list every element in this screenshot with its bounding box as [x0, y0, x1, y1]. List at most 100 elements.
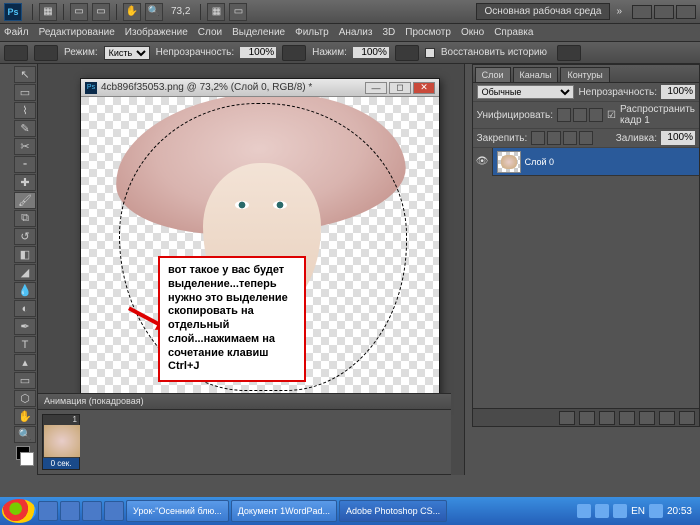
brush-tool[interactable]: 🖌	[14, 192, 36, 209]
clock[interactable]: 20:53	[667, 506, 692, 517]
layer-row[interactable]: 👁 Слой 0	[473, 148, 699, 176]
shape-tool[interactable]: ▭	[14, 372, 36, 389]
animation-panel-title[interactable]: Анимация (покадровая)	[38, 394, 451, 410]
path-select-tool[interactable]: ▴	[14, 354, 36, 371]
unify-pos-icon[interactable]	[557, 108, 571, 122]
unify-vis-icon[interactable]	[573, 108, 587, 122]
lock-pixels-icon[interactable]	[547, 131, 561, 145]
menu-help[interactable]: Справка	[494, 27, 533, 38]
flow-value[interactable]: 100%	[353, 47, 389, 58]
language-indicator[interactable]: EN	[631, 506, 645, 517]
close-button[interactable]	[676, 5, 696, 19]
menu-file[interactable]: Файл	[4, 27, 29, 38]
history-brush-tool[interactable]: ↺	[14, 228, 36, 245]
tab-layers[interactable]: Слои	[475, 67, 511, 82]
layer-group-icon[interactable]	[639, 411, 655, 425]
tray-icon[interactable]	[613, 504, 627, 518]
quicklaunch-icon[interactable]	[82, 501, 102, 521]
view-extras2-icon[interactable]: ▭	[92, 3, 110, 21]
animation-frame[interactable]: 1 0 сек.	[42, 414, 80, 470]
layer-thumb[interactable]	[497, 151, 521, 173]
marquee-tool[interactable]: ▭	[14, 84, 36, 101]
arrange-icon[interactable]: ▦	[207, 3, 225, 21]
fill-value[interactable]: 100%	[661, 131, 695, 145]
quickselect-tool[interactable]: ✎	[14, 120, 36, 137]
doc-maximize-button[interactable]: ◻	[389, 82, 411, 94]
hand-icon[interactable]: ✋	[123, 3, 141, 21]
menu-image[interactable]: Изображение	[125, 27, 188, 38]
minimize-button[interactable]	[632, 5, 652, 19]
move-tool[interactable]: ↖	[14, 66, 36, 83]
tab-paths[interactable]: Контуры	[560, 67, 609, 82]
view-extras-icon[interactable]: ▭	[70, 3, 88, 21]
blur-tool[interactable]: 💧	[14, 282, 36, 299]
layer-style-icon[interactable]	[579, 411, 595, 425]
type-tool[interactable]: T	[14, 336, 36, 353]
stamp-tool[interactable]: ⧉	[14, 210, 36, 227]
blend-mode-select[interactable]: Обычные	[477, 85, 575, 99]
lock-trans-icon[interactable]	[531, 131, 545, 145]
lock-pos-icon[interactable]	[563, 131, 577, 145]
menu-edit[interactable]: Редактирование	[39, 27, 115, 38]
layer-mask-icon[interactable]	[599, 411, 615, 425]
opacity-pressure-icon[interactable]	[282, 45, 306, 61]
tray-icon[interactable]	[595, 504, 609, 518]
brush-preset-icon[interactable]	[34, 45, 58, 61]
restore-history-checkbox[interactable]	[425, 48, 435, 58]
quicklaunch-icon[interactable]	[60, 501, 80, 521]
workspace-more-icon[interactable]: »	[616, 6, 622, 17]
mode-select[interactable]: Кисть	[104, 46, 150, 60]
workspace-switcher[interactable]: Основная рабочая среда	[476, 3, 611, 20]
menu-layers[interactable]: Слои	[198, 27, 222, 38]
new-layer-icon[interactable]	[659, 411, 675, 425]
eyedropper-tool[interactable]: ⁃	[14, 156, 36, 173]
zoom-level[interactable]: 73,2	[171, 6, 190, 17]
layer-name[interactable]: Слой 0	[525, 157, 554, 167]
menu-select[interactable]: Выделение	[232, 27, 285, 38]
color-swatches[interactable]	[14, 444, 36, 468]
frame-duration[interactable]: 0 сек.	[43, 458, 79, 469]
document-titlebar[interactable]: Ps 4cb896f35053.png @ 73,2% (Слой 0, RGB…	[81, 79, 439, 97]
pen-tool[interactable]: ✒	[14, 318, 36, 335]
quicklaunch-icon[interactable]	[104, 501, 124, 521]
screenmode-icon[interactable]: ▭	[229, 3, 247, 21]
crop-tool[interactable]: ✂	[14, 138, 36, 155]
eraser-tool[interactable]: ◧	[14, 246, 36, 263]
unify-style-icon[interactable]	[589, 108, 603, 122]
menu-window[interactable]: Окно	[461, 27, 484, 38]
opacity-value[interactable]: 100%	[240, 47, 276, 58]
menu-filter[interactable]: Фильтр	[295, 27, 329, 38]
tablet-pressure-icon[interactable]	[557, 45, 581, 61]
lasso-tool[interactable]: ⌇	[14, 102, 36, 119]
tool-preset-icon[interactable]	[4, 45, 28, 61]
menu-3d[interactable]: 3D	[382, 27, 395, 38]
bridge-icon[interactable]: ▦	[39, 3, 57, 21]
quicklaunch-icon[interactable]	[38, 501, 58, 521]
propagate-label[interactable]: Распространить кадр 1	[620, 104, 695, 126]
airbrush-icon[interactable]	[395, 45, 419, 61]
tray-icon[interactable]	[577, 504, 591, 518]
delete-layer-icon[interactable]	[679, 411, 695, 425]
menu-view[interactable]: Просмотр	[405, 27, 451, 38]
taskbar-item[interactable]: Документ 1WordPad...	[231, 500, 337, 522]
adjustment-layer-icon[interactable]	[619, 411, 635, 425]
menu-analysis[interactable]: Анализ	[339, 27, 373, 38]
layer-opacity-value[interactable]: 100%	[661, 85, 695, 99]
doc-close-button[interactable]: ✕	[413, 82, 435, 94]
dodge-tool[interactable]: ◐	[14, 300, 36, 317]
tab-channels[interactable]: Каналы	[513, 67, 559, 82]
visibility-icon[interactable]: 👁	[473, 148, 493, 176]
healing-tool[interactable]: ✚	[14, 174, 36, 191]
maximize-button[interactable]	[654, 5, 674, 19]
taskbar-item[interactable]: Adobe Photoshop CS...	[339, 500, 447, 522]
tray-icon[interactable]	[649, 504, 663, 518]
start-button[interactable]	[2, 499, 36, 523]
zoom-icon[interactable]: 🔍	[145, 3, 163, 21]
hand-tool[interactable]: ✋	[14, 408, 36, 425]
zoom-tool[interactable]: 🔍	[14, 426, 36, 443]
gradient-tool[interactable]: ◢	[14, 264, 36, 281]
link-layers-icon[interactable]	[559, 411, 575, 425]
taskbar-item[interactable]: Урок-"Осенний блю...	[126, 500, 229, 522]
doc-minimize-button[interactable]: —	[365, 82, 387, 94]
lock-all-icon[interactable]	[579, 131, 593, 145]
